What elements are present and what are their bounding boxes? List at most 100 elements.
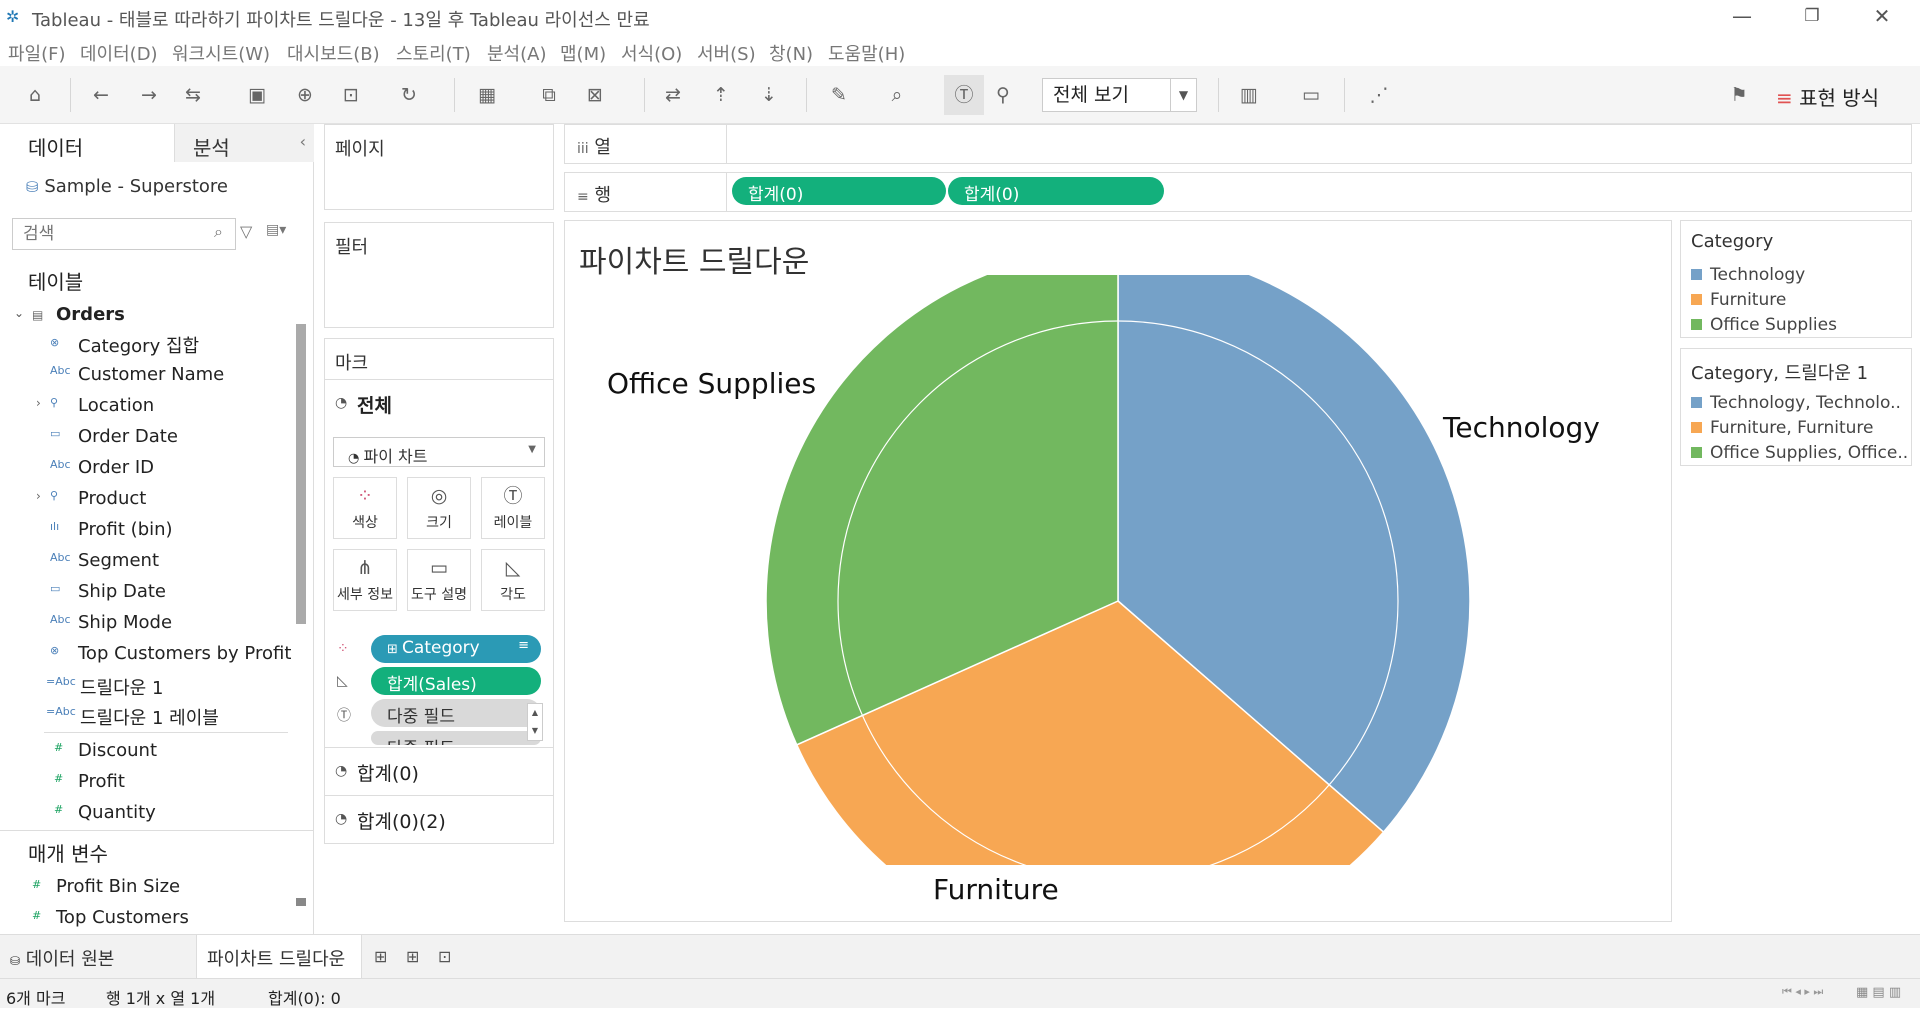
pill-multi-field[interactable]: 다중 필드 bbox=[371, 699, 541, 727]
home-icon[interactable]: ⌂ bbox=[22, 82, 48, 108]
field-product[interactable]: Product bbox=[78, 488, 146, 509]
marks-sum0[interactable]: 합계(0) bbox=[357, 759, 419, 786]
menu-map[interactable]: 맵(M) bbox=[560, 40, 606, 66]
presentation-icon[interactable]: ▭ bbox=[1298, 82, 1324, 108]
field-order-date[interactable]: Order Date bbox=[78, 426, 178, 447]
columns-shelf[interactable]: iii 열 bbox=[564, 124, 1912, 164]
rows-shelf[interactable]: ≡ 행 합계(0) 합계(0) bbox=[564, 172, 1912, 212]
close-icon[interactable]: ✕ bbox=[1852, 0, 1912, 34]
field-customer-name[interactable]: Customer Name bbox=[78, 364, 224, 385]
paint-roller-icon[interactable]: ⚑ bbox=[1726, 82, 1752, 108]
restore-icon[interactable]: ❐ bbox=[1782, 0, 1842, 34]
tooltip-button[interactable]: ▭ 도구 설명 bbox=[407, 549, 471, 611]
marks-sum0-2[interactable]: 합계(0)(2) bbox=[357, 807, 446, 834]
menu-format[interactable]: 서식(O) bbox=[621, 40, 682, 66]
legend2-item-technology[interactable]: Technology, Technolo.. bbox=[1691, 393, 1901, 413]
pill-category[interactable]: ⊞ Category ≡ bbox=[371, 635, 541, 663]
field-segment[interactable]: Segment bbox=[78, 550, 159, 571]
params-scrollbar[interactable] bbox=[296, 898, 306, 906]
redo-icon[interactable]: → bbox=[136, 82, 162, 108]
field-ship-date[interactable]: Ship Date bbox=[78, 581, 166, 602]
swap-rows-columns-icon[interactable]: ⇄ bbox=[660, 82, 686, 108]
field-discount[interactable]: Discount bbox=[78, 740, 157, 761]
sheet-view-icon[interactable]: ▦ ▤ ▥ bbox=[1856, 985, 1901, 1000]
menu-analysis[interactable]: 분석(A) bbox=[487, 40, 546, 66]
sort-descending-icon[interactable]: ⇣ bbox=[756, 82, 782, 108]
table-orders[interactable]: Orders bbox=[56, 304, 125, 325]
label-button[interactable]: Ⓣ 레이블 bbox=[481, 477, 545, 539]
collapse-icon[interactable]: ‹ bbox=[300, 132, 306, 151]
filters-shelf[interactable]: 필터 bbox=[324, 222, 554, 328]
tab-current-sheet[interactable]: 파이차트 드릴다운 bbox=[196, 935, 362, 979]
fit-view-select[interactable]: 전체 보기 ▼ bbox=[1042, 78, 1197, 112]
format-button[interactable]: ≡ 표현 방식 bbox=[1776, 82, 1879, 111]
tab-data[interactable]: 데이터 bbox=[0, 124, 174, 162]
new-data-source-icon[interactable]: ⊕ bbox=[292, 82, 318, 108]
menu-dashboard[interactable]: 대시보드(B) bbox=[287, 40, 380, 66]
menu-help[interactable]: 도움말(H) bbox=[828, 40, 905, 66]
tab-data-source[interactable]: ⛁ 데이터 원본 bbox=[10, 945, 114, 971]
field-top-customers[interactable]: Top Customers by Profit bbox=[78, 643, 291, 664]
group-icon[interactable]: ⌕ bbox=[884, 82, 910, 108]
menu-worksheet[interactable]: 워크시트(W) bbox=[172, 40, 270, 66]
row-pill-2[interactable]: 합계(0) bbox=[948, 177, 1164, 205]
field-order-id[interactable]: Order ID bbox=[78, 457, 154, 478]
refresh-icon[interactable]: ↻ bbox=[396, 82, 422, 108]
new-worksheet-icon[interactable]: ▦ bbox=[474, 82, 500, 108]
undo-icon[interactable]: ← bbox=[88, 82, 114, 108]
view-options-icon[interactable]: ▤▾ bbox=[266, 222, 286, 238]
search-input[interactable] bbox=[12, 218, 236, 250]
duplicate-icon[interactable]: ⧉ bbox=[536, 82, 562, 108]
minimize-icon[interactable]: — bbox=[1712, 0, 1772, 34]
pin-icon[interactable]: ⚲ bbox=[990, 82, 1016, 108]
field-drilldown-1-label[interactable]: 드릴다운 1 레이블 bbox=[80, 704, 219, 730]
view-canvas[interactable]: 파이차트 드릴다운 Office Supplies Technology Fur… bbox=[564, 220, 1672, 922]
tab-analysis[interactable]: 분석 ‹ bbox=[174, 124, 314, 162]
legend2-item-furniture[interactable]: Furniture, Furniture bbox=[1691, 418, 1873, 438]
sort-ascending-icon[interactable]: ⇡ bbox=[708, 82, 734, 108]
size-button[interactable]: ◎ 크기 bbox=[407, 477, 471, 539]
legend-item-technology[interactable]: Technology bbox=[1691, 265, 1805, 285]
param-top-customers[interactable]: Top Customers bbox=[56, 907, 189, 928]
mark-type-select[interactable]: ◔ 파이 차트 ▼ bbox=[333, 437, 545, 467]
sheet-nav-icon[interactable]: ⏮ ◂ ▸ ⏭ bbox=[1782, 985, 1823, 999]
row-pill-1[interactable]: 합계(0) bbox=[732, 177, 946, 205]
new-story-icon[interactable]: ⊡ bbox=[438, 947, 451, 966]
menu-file[interactable]: 파일(F) bbox=[8, 40, 66, 66]
fields-scrollbar[interactable] bbox=[296, 324, 306, 624]
legend-item-office[interactable]: Office Supplies bbox=[1691, 315, 1837, 335]
legend-item-furniture[interactable]: Furniture bbox=[1691, 290, 1786, 310]
menu-server[interactable]: 서버(S) bbox=[697, 40, 756, 66]
swap-icon[interactable]: ⇆ bbox=[180, 82, 206, 108]
pill-multi-field-2[interactable]: 다중 필드 bbox=[371, 731, 541, 745]
filter-icon[interactable]: ▽ bbox=[240, 222, 252, 241]
data-source[interactable]: ⛁ Sample - Superstore bbox=[26, 176, 228, 197]
field-ship-mode[interactable]: Ship Mode bbox=[78, 612, 172, 633]
field-quantity[interactable]: Quantity bbox=[78, 802, 156, 823]
param-profit-bin-size[interactable]: Profit Bin Size bbox=[56, 876, 180, 897]
show-me-icon[interactable]: ▥ bbox=[1236, 82, 1262, 108]
new-dashboard-icon[interactable]: ⊞ bbox=[406, 947, 419, 966]
color-button[interactable]: ⁘ 색상 bbox=[333, 477, 397, 539]
field-profit-bin[interactable]: Profit (bin) bbox=[78, 519, 173, 540]
marks-all[interactable]: 전체 bbox=[357, 391, 392, 418]
field-category-set[interactable]: Category 집합 bbox=[78, 332, 199, 358]
highlight-icon[interactable]: ✎ bbox=[826, 82, 852, 108]
pages-shelf[interactable]: 페이지 bbox=[324, 124, 554, 210]
show-labels-icon[interactable]: Ⓣ bbox=[944, 75, 984, 115]
new-sheet-icon[interactable]: ⊞ bbox=[374, 947, 387, 966]
expand-icon[interactable]: ⌄ bbox=[14, 306, 24, 320]
menu-window[interactable]: 창(N) bbox=[769, 40, 813, 66]
legend2-item-office[interactable]: Office Supplies, Office.. bbox=[1691, 443, 1908, 463]
field-profit[interactable]: Profit bbox=[78, 771, 125, 792]
angle-button[interactable]: ◺ 각도 bbox=[481, 549, 545, 611]
pill-sum-sales[interactable]: 합계(Sales) bbox=[371, 667, 541, 695]
save-icon[interactable]: ▣ bbox=[244, 82, 270, 108]
clear-sheet-icon[interactable]: ⊠ bbox=[582, 82, 608, 108]
menu-story[interactable]: 스토리(T) bbox=[396, 40, 471, 66]
share-icon[interactable]: ⋰ bbox=[1366, 82, 1392, 108]
detail-button[interactable]: ⋔ 세부 정보 bbox=[333, 549, 397, 611]
pie-chart[interactable] bbox=[565, 221, 1671, 921]
pause-updates-icon[interactable]: ⊡ bbox=[338, 82, 364, 108]
menu-data[interactable]: 데이터(D) bbox=[80, 40, 158, 66]
